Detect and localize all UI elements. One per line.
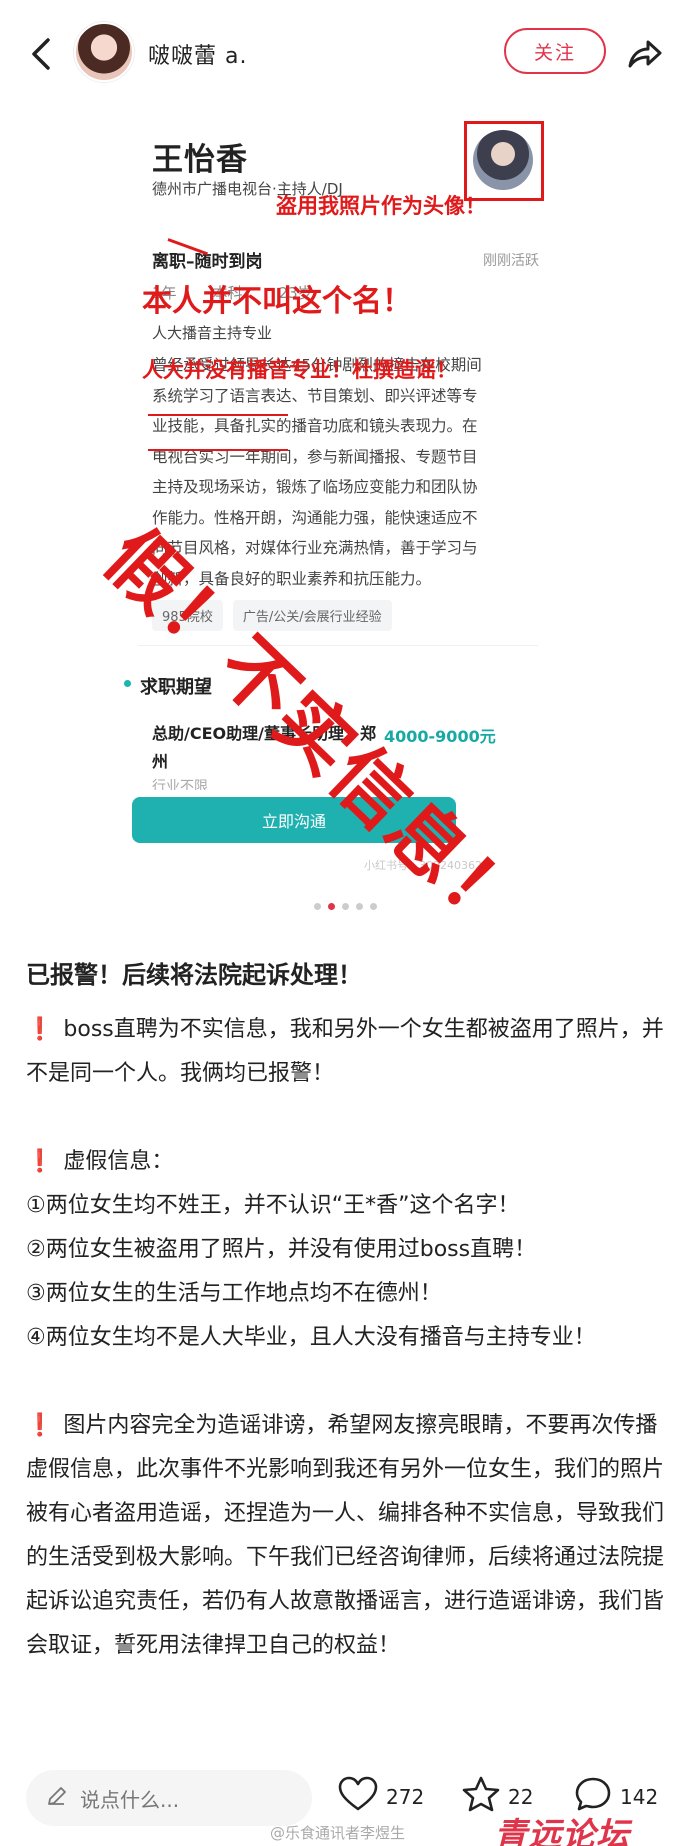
comment-placeholder: 说点什么...	[80, 1787, 180, 1812]
annotation-avatar: 盗用我照片作为头像！	[276, 194, 486, 218]
major-underline-2	[148, 449, 288, 451]
paragraph: ❗ 虚假信息：	[26, 1149, 174, 1174]
exclamation-icon: ❗	[26, 1017, 54, 1042]
post-content: 已报警！后续将法院起诉处理！ ❗ boss直聘为不实信息，我和另外一个女生都被盗用…	[26, 960, 666, 1668]
weibo-watermark: @乐食通讯者李煜生	[270, 1824, 406, 1842]
pencil-icon	[46, 1785, 68, 1812]
want-industry: 行业不限	[152, 779, 208, 790]
major-underline	[148, 414, 288, 416]
annotation-major: 人大并没有播音专业！杜撰造谣！	[142, 358, 457, 382]
resume-status: 离职–随时到岗	[152, 252, 263, 272]
post-image[interactable]: 王怡香 德州市广播电视台·主持人/DJ 离职–随时到岗 刚刚活跃 1年 本科 2…	[0, 110, 690, 910]
carousel-dot-active[interactable]	[327, 903, 335, 910]
exclamation-icon: ❗	[26, 1413, 54, 1438]
paragraph: ❗ 图片内容完全为造谣诽谤，希望网友擦亮眼睛，不要再次传播虚假信息，此次事件不光影…	[26, 1413, 665, 1658]
carousel-indicator	[0, 903, 690, 910]
comment-count: 142	[620, 1784, 659, 1809]
section-dot	[124, 680, 131, 687]
post-body: ❗ boss直聘为不实信息，我和另外一个女生都被盗用了照片，并不是同一个人。我俩均…	[26, 1008, 666, 1668]
resume-major: 人大播音主持专业	[152, 324, 273, 342]
collect-count: 22	[508, 1784, 534, 1809]
bottom-bar: 说点什么... 272 22 142 @乐食通讯者李煜生 青远论坛	[0, 1758, 690, 1846]
author-nickname[interactable]: 啵啵蕾 a.	[148, 38, 247, 70]
top-bar: 啵啵蕾 a. 关注	[0, 0, 690, 110]
resume-name: 王怡香	[152, 142, 248, 178]
paragraph: ❗ boss直聘为不实信息，我和另外一个女生都被盗用了照片，并不是同一个人。我俩均…	[26, 1017, 664, 1086]
comment-input[interactable]: 说点什么...	[26, 1770, 312, 1826]
like-count: 272	[386, 1784, 425, 1809]
annotation-name: 本人并不叫这个名！	[142, 284, 412, 319]
exclamation-icon: ❗	[26, 1149, 54, 1174]
list-item: ①两位女生均不姓王，并不认识“王*香”这个名字！	[26, 1193, 520, 1218]
carousel-dot[interactable]	[355, 903, 363, 910]
site-logo: 青远论坛	[494, 1815, 630, 1846]
back-icon[interactable]	[26, 34, 56, 74]
heart-icon	[338, 1776, 378, 1817]
list-item: ②两位女生被盗用了照片，并没有使用过boss直聘！	[26, 1237, 537, 1262]
carousel-dot[interactable]	[313, 903, 321, 910]
avatar-highlight-box	[464, 121, 544, 201]
follow-button[interactable]: 关注	[504, 28, 606, 74]
resume-active: 刚刚活跃	[483, 253, 539, 269]
share-icon[interactable]	[624, 34, 664, 74]
like-button[interactable]: 272	[338, 1776, 424, 1817]
list-item: ④两位女生均不是人大毕业，且人大没有播音与主持专业！	[26, 1325, 596, 1350]
author-avatar[interactable]	[74, 22, 134, 82]
carousel-dot[interactable]	[369, 903, 377, 910]
post-title: 已报警！后续将法院起诉处理！	[26, 961, 362, 989]
list-item: ③两位女生的生活与工作地点均不在德州！	[26, 1281, 442, 1306]
carousel-dot[interactable]	[341, 903, 349, 910]
